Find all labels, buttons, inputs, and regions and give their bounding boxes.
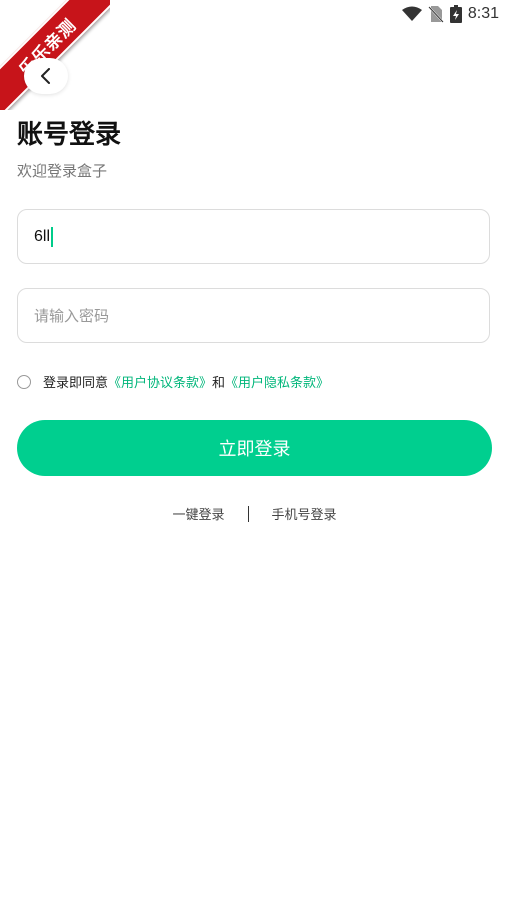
no-sim-icon (428, 6, 444, 23)
battery-charging-icon (449, 5, 462, 23)
agreement-conjunction: 和 (212, 376, 226, 391)
page-subtitle: 欢迎登录盒子 (17, 162, 108, 180)
alt-login-options: 一键登录 手机号登录 (0, 504, 509, 523)
account-value: 6ll (34, 227, 51, 245)
text-cursor (51, 226, 54, 247)
user-agreement-link[interactable]: 《用户协议条款》 (108, 372, 212, 391)
divider (247, 505, 249, 522)
phone-login-link[interactable]: 手机号登录 (272, 504, 337, 523)
login-button[interactable]: 立即登录 (17, 420, 492, 476)
status-icons: 8:31 (401, 4, 499, 24)
agreement-checkbox[interactable] (17, 374, 31, 389)
one-click-login-link[interactable]: 一键登录 (172, 504, 224, 523)
page-title: 账号登录 (17, 120, 122, 150)
privacy-policy-link[interactable]: 《用户隐私条款》 (225, 372, 329, 391)
wifi-icon (401, 6, 422, 21)
chevron-left-icon (41, 68, 50, 84)
password-placeholder: 请输入密码 (34, 307, 110, 325)
agreement-prefix: 登录即同意 (43, 376, 109, 391)
account-input[interactable]: 6ll (17, 209, 490, 264)
password-input[interactable]: 请输入密码 (17, 288, 490, 343)
back-button[interactable] (24, 58, 68, 94)
watermark-text: 乐乐亲测 (0, 0, 110, 110)
watermark-ribbon: 乐乐亲测 (0, 0, 110, 110)
status-time: 8:31 (467, 5, 499, 22)
agreement-row: 登录即同意 《用户协议条款》 和 《用户隐私条款》 (17, 372, 329, 391)
